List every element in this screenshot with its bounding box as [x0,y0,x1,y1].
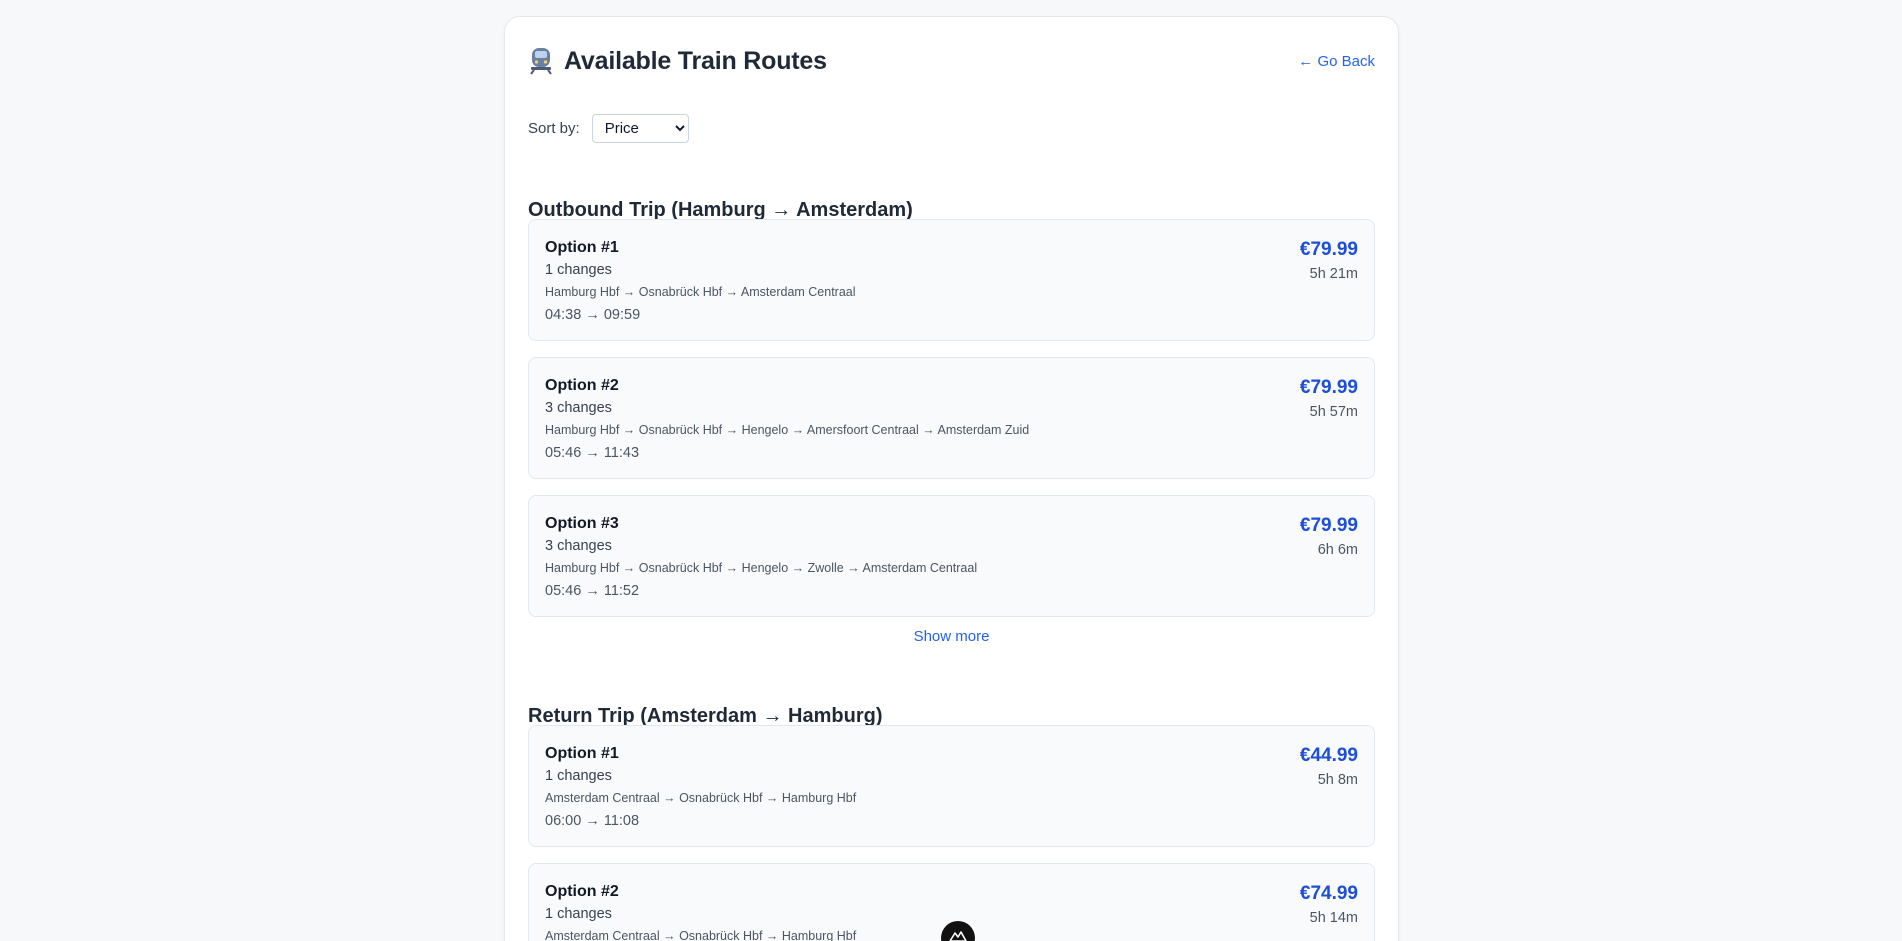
option-label: Option #1 [545,239,619,256]
return-option-card[interactable]: Option #1 1 changes Amsterdam Centraal →… [528,725,1375,847]
train-icon [528,47,554,75]
option-duration: 5h 14m [1309,910,1358,926]
option-route: Hamburg Hbf → Osnabrück Hbf → Amsterdam … [545,285,856,299]
option-price: €74.99 [1299,883,1358,904]
show-more-link[interactable]: Show more [505,628,1398,645]
option-label: Option #2 [545,377,619,394]
mountain-icon [949,929,967,941]
option-price: €79.99 [1299,515,1358,536]
option-price: €44.99 [1299,745,1358,766]
option-duration: 5h 8m [1317,772,1358,788]
option-times: 06:00 → 11:08 [545,813,640,829]
option-price: €79.99 [1299,239,1358,260]
option-times: 05:46 → 11:52 [545,583,640,599]
option-route: Amsterdam Centraal → Osnabrück Hbf → Ham… [545,929,857,941]
option-times: 04:38 → 09:59 [545,307,641,323]
option-duration: 5h 21m [1309,266,1358,282]
header: Available Train Routes ← Go Back [528,41,1375,81]
go-back-link[interactable]: ← Go Back [1298,53,1375,70]
option-times: 05:46 → 11:43 [545,445,640,461]
option-duration: 6h 6m [1317,542,1358,558]
option-label: Option #2 [545,883,619,900]
outbound-option-card[interactable]: Option #3 3 changes Hamburg Hbf → Osnabr… [528,495,1375,617]
option-price: €79.99 [1299,377,1358,398]
page-title: Available Train Routes [564,46,827,75]
option-changes: 1 changes [545,262,612,278]
sort-row: Sort by: Price [528,114,689,143]
option-changes: 1 changes [545,906,612,922]
option-route: Hamburg Hbf → Osnabrück Hbf → Hengelo → … [545,561,978,575]
option-label: Option #1 [545,745,619,762]
sort-select[interactable]: Price [591,114,689,143]
option-changes: 3 changes [545,538,612,554]
routes-panel: Available Train Routes ← Go Back Sort by… [504,16,1399,941]
sort-label: Sort by: [528,120,580,137]
outbound-option-card[interactable]: Option #2 3 changes Hamburg Hbf → Osnabr… [528,357,1375,479]
option-route: Hamburg Hbf → Osnabrück Hbf → Hengelo → … [545,423,1030,437]
option-label: Option #3 [545,515,619,532]
option-route: Amsterdam Centraal → Osnabrück Hbf → Ham… [545,791,857,805]
option-changes: 1 changes [545,768,612,784]
outbound-option-card[interactable]: Option #1 1 changes Hamburg Hbf → Osnabr… [528,219,1375,341]
option-duration: 5h 57m [1309,404,1358,420]
option-changes: 3 changes [545,400,612,416]
title-wrap: Available Train Routes [528,47,827,76]
